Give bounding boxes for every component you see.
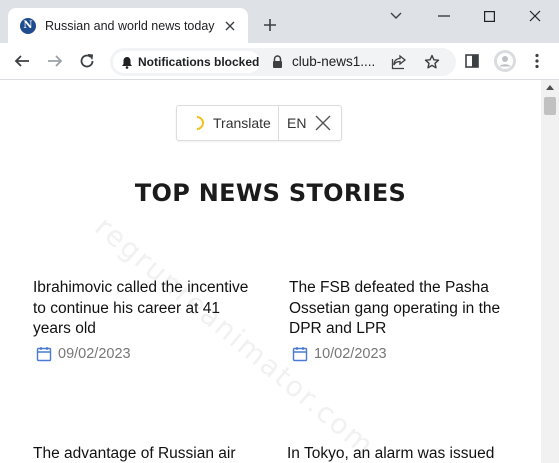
scroll-up-arrow-icon[interactable] — [546, 85, 554, 90]
article-date-text: 10/02/2023 — [314, 346, 387, 362]
notifications-blocked-label: Notifications blocked — [138, 55, 260, 69]
article-date: 09/02/2023 — [36, 346, 131, 362]
tab-close-icon[interactable] — [222, 18, 238, 34]
article-date: 10/02/2023 — [292, 346, 387, 362]
tab-title: Russian and world news today — [45, 18, 215, 33]
reload-icon[interactable] — [78, 52, 96, 70]
back-arrow-icon[interactable] — [13, 52, 31, 70]
profile-avatar[interactable] — [494, 50, 516, 72]
bookmark-star-icon[interactable] — [423, 53, 441, 71]
article-date-text: 09/02/2023 — [58, 346, 131, 362]
scroll-thumb[interactable] — [544, 97, 556, 115]
maximize-window-icon[interactable] — [481, 8, 497, 24]
loading-spinner-icon — [187, 113, 207, 133]
article-title-link[interactable]: In Tokyo, an alarm was issued — [287, 444, 507, 463]
calendar-icon — [36, 347, 52, 362]
address-bar[interactable]: Notifications blocked club-news1.... — [110, 48, 456, 76]
site-favicon-icon: N — [20, 17, 36, 34]
translate-close-icon[interactable] — [314, 114, 332, 132]
side-panel-icon[interactable] — [463, 52, 481, 70]
kebab-menu-icon[interactable] — [528, 52, 546, 70]
browser-titlebar: N Russian and world news today — [0, 0, 559, 43]
article-title-link[interactable]: The advantage of Russian air — [33, 444, 253, 463]
new-tab-plus-icon[interactable] — [261, 16, 279, 34]
article-title-link[interactable]: Ibrahimovic called the incentive to cont… — [33, 278, 253, 340]
url-text[interactable]: club-news1.... — [292, 54, 375, 69]
notifications-blocked-chip[interactable]: Notifications blocked — [113, 51, 260, 73]
translate-widget[interactable]: Translate EN — [176, 105, 342, 141]
page-title: TOP NEWS STORIES — [134, 179, 407, 207]
close-window-icon[interactable] — [527, 8, 543, 24]
calendar-icon — [292, 347, 308, 362]
browser-tab[interactable]: N Russian and world news today — [8, 8, 248, 43]
browser-toolbar: Notifications blocked club-news1.... — [0, 43, 559, 80]
lock-icon[interactable] — [270, 54, 284, 70]
tab-search-chevron-down-icon[interactable] — [388, 8, 404, 24]
bell-icon — [122, 56, 132, 69]
forward-arrow-icon[interactable] — [46, 52, 64, 70]
share-icon[interactable] — [390, 53, 408, 71]
page-scrollbar[interactable] — [541, 80, 559, 463]
page-content: Translate EN TOP NEWS STORIES Ibrahimovi… — [0, 80, 541, 463]
translate-button[interactable]: Translate — [213, 115, 271, 131]
translate-divider — [278, 106, 279, 140]
language-selector[interactable]: EN — [287, 115, 306, 131]
article-title-link[interactable]: The FSB defeated the Pasha Ossetian gang… — [289, 278, 509, 340]
minimize-window-icon[interactable] — [436, 8, 452, 24]
